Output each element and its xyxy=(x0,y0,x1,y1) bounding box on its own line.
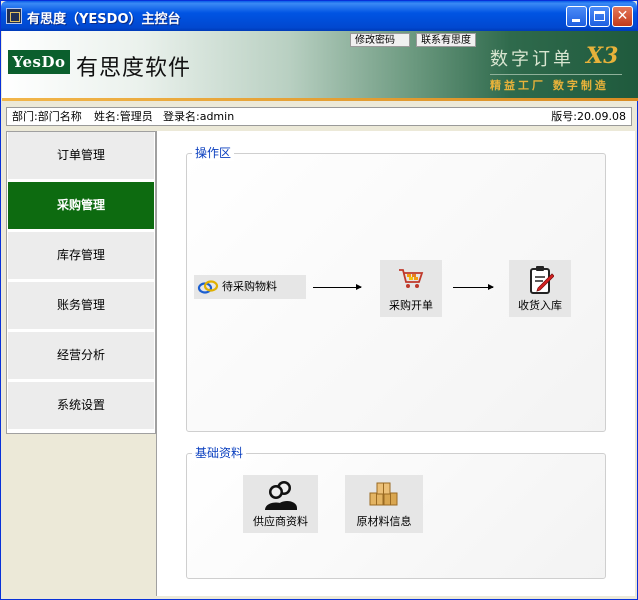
operations-panel: 操作区 待采购物料 采购开单 收货入库 xyxy=(186,145,606,432)
sidebar-item-orders[interactable]: 订单管理 xyxy=(8,132,154,181)
header-banner: YesDo 有思度软件 修改密码 联系有思度 数字订单 X3 精益工厂 数字制造 xyxy=(2,31,638,98)
slogan-version: X3 xyxy=(586,43,619,69)
main-window: 有思度（YESDO）主控台 ✕ YesDo 有思度软件 修改密码 联系有思度 数… xyxy=(0,0,638,600)
app-icon[interactable] xyxy=(6,8,22,24)
department-label: 部门:部门名称 xyxy=(12,110,82,123)
sidebar-nav: 订单管理 采购管理 库存管理 账务管理 经营分析 系统设置 xyxy=(6,131,156,434)
receiving-label: 收货入库 xyxy=(518,299,562,312)
slogan-main: 数字订单 xyxy=(490,49,574,70)
sidebar-item-accounts[interactable]: 账务管理 xyxy=(8,282,154,331)
login-label: 登录名:admin xyxy=(163,110,235,123)
operations-title: 操作区 xyxy=(192,145,235,161)
maximize-button[interactable] xyxy=(589,6,610,27)
slogan-divider xyxy=(490,74,622,75)
window-title: 有思度（YESDO）主控台 xyxy=(27,12,181,27)
link-rings-icon xyxy=(197,280,219,294)
basic-data-title: 基础资料 xyxy=(192,445,247,461)
close-button[interactable]: ✕ xyxy=(612,6,633,27)
main-content: 操作区 待采购物料 采购开单 收货入库 基础资料 供应商资料 原材料信息 xyxy=(156,131,635,596)
shopping-cart-icon xyxy=(399,269,424,288)
supplier-label: 供应商资料 xyxy=(253,515,308,528)
basic-data-panel: 基础资料 供应商资料 原材料信息 xyxy=(186,445,606,579)
banner-divider xyxy=(2,98,638,101)
boxes-icon xyxy=(369,482,398,506)
pending-materials-button[interactable]: 待采购物料 xyxy=(194,275,306,299)
close-icon: ✕ xyxy=(616,8,629,24)
sidebar-item-inventory[interactable]: 库存管理 xyxy=(8,232,154,281)
raw-materials-label: 原材料信息 xyxy=(356,515,412,528)
pending-materials-label: 待采购物料 xyxy=(222,280,277,293)
purchase-order-button[interactable]: 采购开单 xyxy=(380,260,442,317)
purchase-order-label: 采购开单 xyxy=(389,299,433,312)
contact-button[interactable]: 联系有思度 xyxy=(416,33,476,47)
name-label: 姓名:管理员 xyxy=(94,110,153,123)
brand-name: 有思度软件 xyxy=(76,56,192,81)
slogan-sub: 精益工厂 数字制造 xyxy=(490,79,609,92)
users-icon xyxy=(265,481,297,510)
raw-materials-button[interactable]: 原材料信息 xyxy=(345,475,423,533)
sidebar-item-analysis[interactable]: 经营分析 xyxy=(8,332,154,381)
flow-arrow xyxy=(313,284,362,290)
user-info-bar: 部门:部门名称 姓名:管理员 登录名:admin 版号:20.09.08 xyxy=(6,107,632,126)
change-password-button[interactable]: 修改密码 xyxy=(350,33,410,47)
sidebar-item-purchasing[interactable]: 采购管理 xyxy=(8,182,154,231)
logo: YesDo xyxy=(8,50,70,74)
version-label: 版号:20.09.08 xyxy=(551,110,626,123)
supplier-button[interactable]: 供应商资料 xyxy=(243,475,318,533)
receiving-button[interactable]: 收货入库 xyxy=(509,260,571,317)
minimize-icon xyxy=(572,19,580,22)
maximize-icon xyxy=(594,11,605,21)
sidebar-item-settings[interactable]: 系统设置 xyxy=(8,382,154,431)
title-bar[interactable]: 有思度（YESDO）主控台 ✕ xyxy=(1,1,637,31)
minimize-button[interactable] xyxy=(566,6,587,27)
clipboard-check-icon xyxy=(530,266,554,294)
flow-arrow xyxy=(453,284,494,290)
